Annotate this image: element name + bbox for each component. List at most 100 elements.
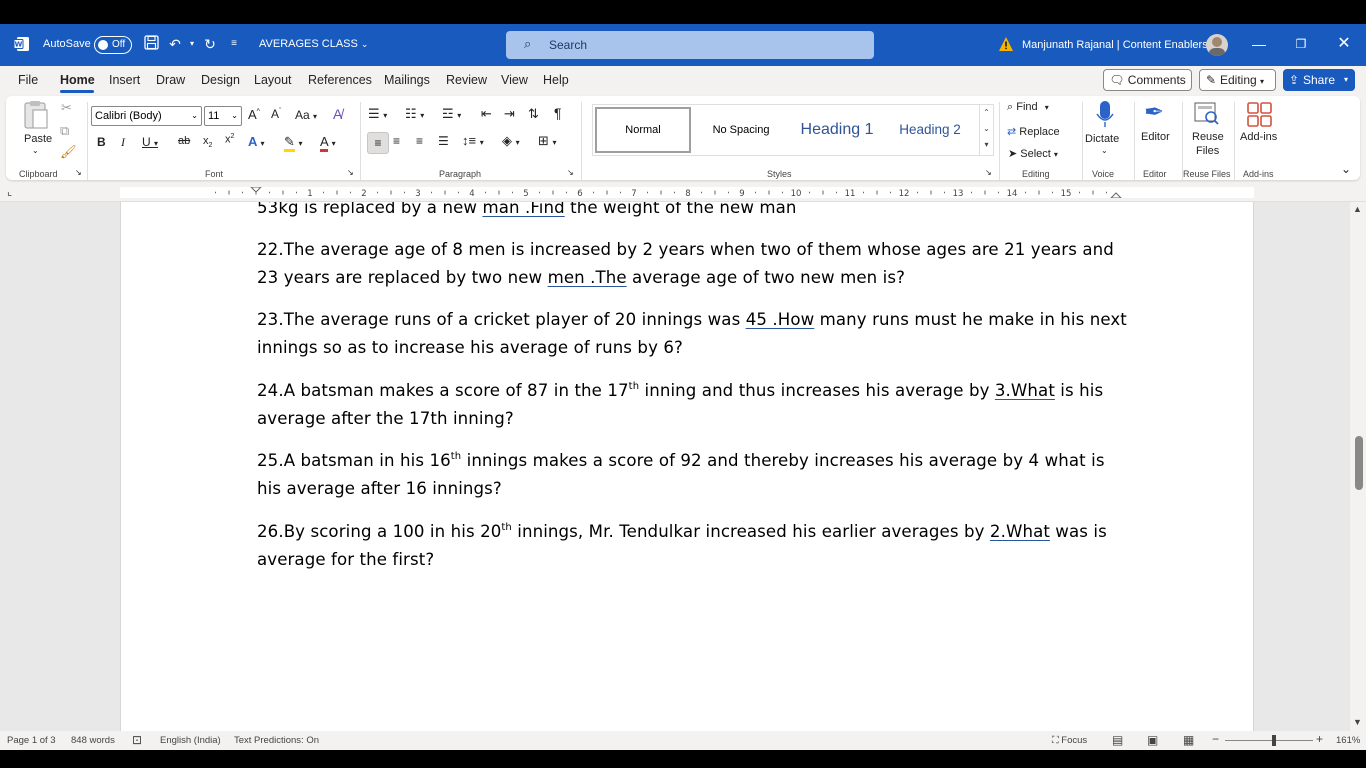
decrease-indent-icon[interactable]: ⇤ — [481, 106, 492, 122]
editor-icon[interactable]: ✒ — [1144, 98, 1164, 127]
style-heading-1[interactable]: Heading 1 — [789, 105, 885, 155]
warning-icon[interactable] — [998, 36, 1014, 52]
change-case-icon[interactable]: Aa ▾ — [295, 108, 317, 122]
close-icon[interactable]: ✕ — [1334, 34, 1354, 54]
align-right-icon[interactable]: ≡ — [416, 134, 423, 148]
customize-toolbar-icon[interactable]: ≡ — [225, 35, 243, 53]
shading-icon[interactable]: ◈ ▾ — [502, 133, 520, 149]
select-button[interactable]: ➤ Select ▾ — [1008, 147, 1058, 160]
tab-design[interactable]: Design — [201, 73, 240, 87]
microphone-icon[interactable] — [1095, 100, 1115, 130]
font-name-select[interactable]: Calibri (Body) ⌄ — [91, 106, 202, 126]
undo-icon[interactable]: ↶ — [166, 35, 184, 53]
dictate-button[interactable]: Dictate — [1085, 133, 1119, 145]
zoom-in-icon[interactable]: + — [1316, 732, 1323, 746]
scroll-up-icon[interactable]: ▲ — [1353, 204, 1362, 214]
align-left-icon[interactable]: ≡ — [367, 132, 389, 154]
save-icon[interactable] — [142, 35, 160, 53]
chevron-down-icon[interactable]: ⌄ — [1101, 146, 1108, 155]
user-name[interactable]: Manjunath Rajanal | Content Enablers — [1022, 39, 1208, 51]
clear-formatting-icon[interactable]: A̸ — [333, 106, 342, 122]
sort-icon[interactable]: ⇅ — [528, 106, 539, 122]
style-normal[interactable]: Normal — [595, 107, 691, 153]
zoom-level[interactable]: 161% — [1336, 735, 1360, 746]
shrink-font-icon[interactable]: Aˇ — [271, 107, 281, 121]
superscript-icon[interactable]: x2 — [225, 133, 234, 146]
line-spacing-icon[interactable]: ↕≡ ▾ — [462, 133, 484, 148]
reuse-label-2[interactable]: Files — [1196, 145, 1219, 157]
tab-help[interactable]: Help — [543, 73, 569, 87]
print-layout-icon[interactable]: ▣ — [1147, 733, 1158, 747]
focus-button[interactable]: ⛶ Focus — [1052, 735, 1087, 746]
redo-icon[interactable]: ↻ — [201, 35, 219, 53]
language[interactable]: English (India) — [160, 735, 221, 746]
text-effects-icon[interactable]: A ▾ — [248, 134, 265, 149]
add-ins-button[interactable]: Add-ins — [1240, 131, 1277, 143]
text-predictions[interactable]: Text Predictions: On — [234, 735, 319, 746]
italic-icon[interactable]: I — [121, 135, 125, 150]
page-count[interactable]: Page 1 of 3 — [7, 735, 56, 746]
scroll-thumb[interactable] — [1355, 436, 1363, 490]
collapse-ribbon-icon[interactable]: ⌄ — [1341, 162, 1351, 176]
read-mode-icon[interactable]: ▤ — [1112, 733, 1123, 747]
highlight-icon[interactable]: ✎ ▾ — [284, 134, 303, 152]
tab-review[interactable]: Review — [446, 73, 487, 87]
proofing-icon[interactable]: ⊡ — [132, 733, 142, 747]
editing-mode-button[interactable]: ✎ Editing ▾ — [1199, 69, 1276, 91]
paste-icon[interactable] — [22, 100, 50, 130]
show-formatting-marks-icon[interactable]: ¶ — [554, 105, 562, 121]
dialog-launcher-icon[interactable]: ↘ — [75, 168, 82, 177]
word-count[interactable]: 848 words — [71, 735, 115, 746]
dialog-launcher-icon[interactable]: ↘ — [567, 168, 574, 177]
styles-scroll-up-icon[interactable]: ⌃ — [980, 105, 993, 121]
tab-mailings[interactable]: Mailings — [384, 73, 430, 87]
add-ins-icon[interactable] — [1247, 102, 1273, 128]
dialog-launcher-icon[interactable]: ↘ — [985, 168, 992, 177]
restore-icon[interactable]: ❐ — [1291, 34, 1311, 54]
paste-label[interactable]: Paste — [24, 133, 52, 145]
web-layout-icon[interactable]: ▦ — [1183, 733, 1194, 747]
undo-dropdown-icon[interactable]: ▾ — [183, 35, 201, 53]
style-no-spacing[interactable]: No Spacing — [693, 105, 789, 155]
strikethrough-icon[interactable]: ab — [178, 135, 190, 147]
comments-button[interactable]: 🗨 Comments — [1103, 69, 1192, 91]
reuse-files-icon[interactable] — [1194, 102, 1220, 126]
search-box[interactable]: ⌕ Search — [506, 31, 874, 59]
zoom-slider-thumb[interactable] — [1272, 735, 1276, 746]
scroll-down-icon[interactable]: ▼ — [1353, 717, 1362, 727]
replace-button[interactable]: ⇄ Replace — [1007, 125, 1060, 138]
bold-icon[interactable]: B — [97, 135, 106, 149]
ruler-track[interactable]: 1 2 3 4 5 6 7 8 9 10 11 12 13 14 15 — [120, 187, 1254, 198]
vertical-scrollbar[interactable]: ▲ ▼ — [1350, 202, 1366, 731]
style-heading-2[interactable]: Heading 2 — [885, 105, 975, 155]
dialog-launcher-icon[interactable]: ↘ — [347, 168, 354, 177]
tab-view[interactable]: View — [501, 73, 528, 87]
autosave-toggle[interactable]: Off — [94, 36, 132, 54]
share-button[interactable]: ⇪ Share ▾ — [1283, 69, 1355, 91]
tab-insert[interactable]: Insert — [109, 73, 140, 87]
bullets-icon[interactable]: ☰ ▾ — [368, 106, 387, 122]
minimize-icon[interactable]: — — [1249, 34, 1269, 54]
format-painter-icon[interactable]: 🖌 — [60, 144, 77, 160]
reuse-label-1[interactable]: Reuse — [1192, 131, 1224, 143]
document-page[interactable]: 53kg is replaced by a new man .Find the … — [120, 202, 1254, 731]
font-color-icon[interactable]: A ▾ — [320, 134, 336, 152]
find-button[interactable]: ⌕ Find ▾ — [1007, 101, 1049, 114]
copy-icon[interactable]: ⧉ — [60, 123, 69, 139]
multilevel-list-icon[interactable]: ☲ ▾ — [442, 106, 461, 122]
align-center-icon[interactable]: ≡ — [393, 134, 400, 148]
justify-icon[interactable]: ☰ — [438, 134, 449, 148]
subscript-icon[interactable]: x2 — [203, 135, 212, 149]
tab-references[interactable]: References — [308, 73, 372, 87]
numbering-icon[interactable]: ☷ ▾ — [405, 106, 424, 122]
font-size-select[interactable]: 11 ⌄ — [204, 106, 242, 126]
styles-scroll-down-icon[interactable]: ⌄ — [980, 121, 993, 137]
grow-font-icon[interactable]: A^ — [248, 107, 260, 122]
zoom-out-icon[interactable]: − — [1212, 732, 1219, 746]
cut-icon[interactable]: ✂ — [61, 100, 72, 116]
chevron-down-icon[interactable]: ⌄ — [32, 146, 39, 155]
tab-layout[interactable]: Layout — [254, 73, 292, 87]
tab-file[interactable]: File — [18, 73, 38, 87]
document-title[interactable]: AVERAGES CLASS ⌄ — [259, 38, 368, 50]
tab-draw[interactable]: Draw — [156, 73, 185, 87]
